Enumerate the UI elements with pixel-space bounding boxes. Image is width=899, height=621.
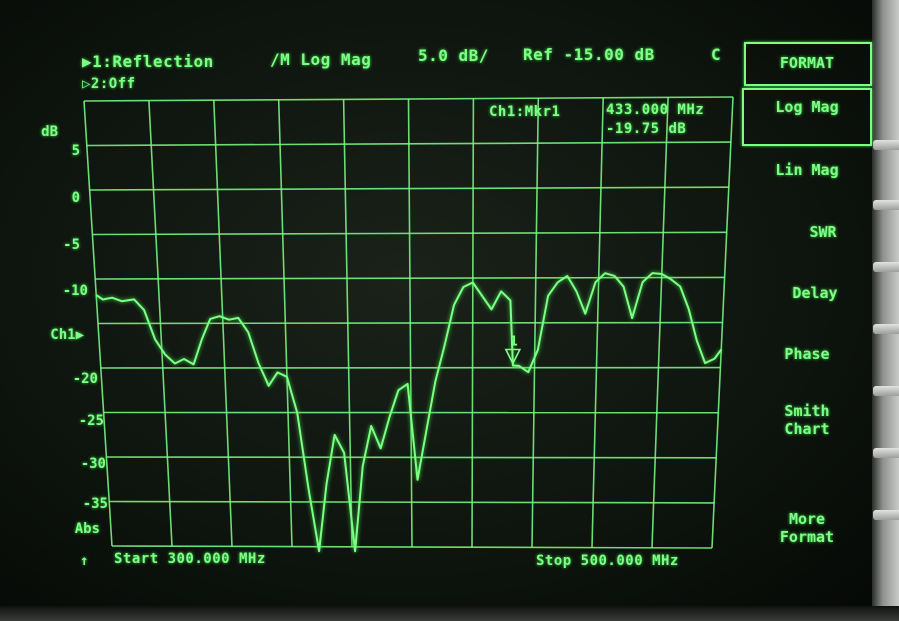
grid-horizontal-line bbox=[97, 321, 723, 325]
grid-horizontal-line bbox=[95, 276, 725, 280]
reflection-trace-chart: 1 bbox=[83, 96, 734, 553]
marker-number: 1 bbox=[510, 334, 518, 349]
grid-horizontal-line bbox=[109, 500, 715, 504]
grid-horizontal-line bbox=[92, 231, 727, 236]
grid-horizontal-line bbox=[111, 545, 713, 549]
grid-horizontal-line bbox=[106, 456, 717, 459]
